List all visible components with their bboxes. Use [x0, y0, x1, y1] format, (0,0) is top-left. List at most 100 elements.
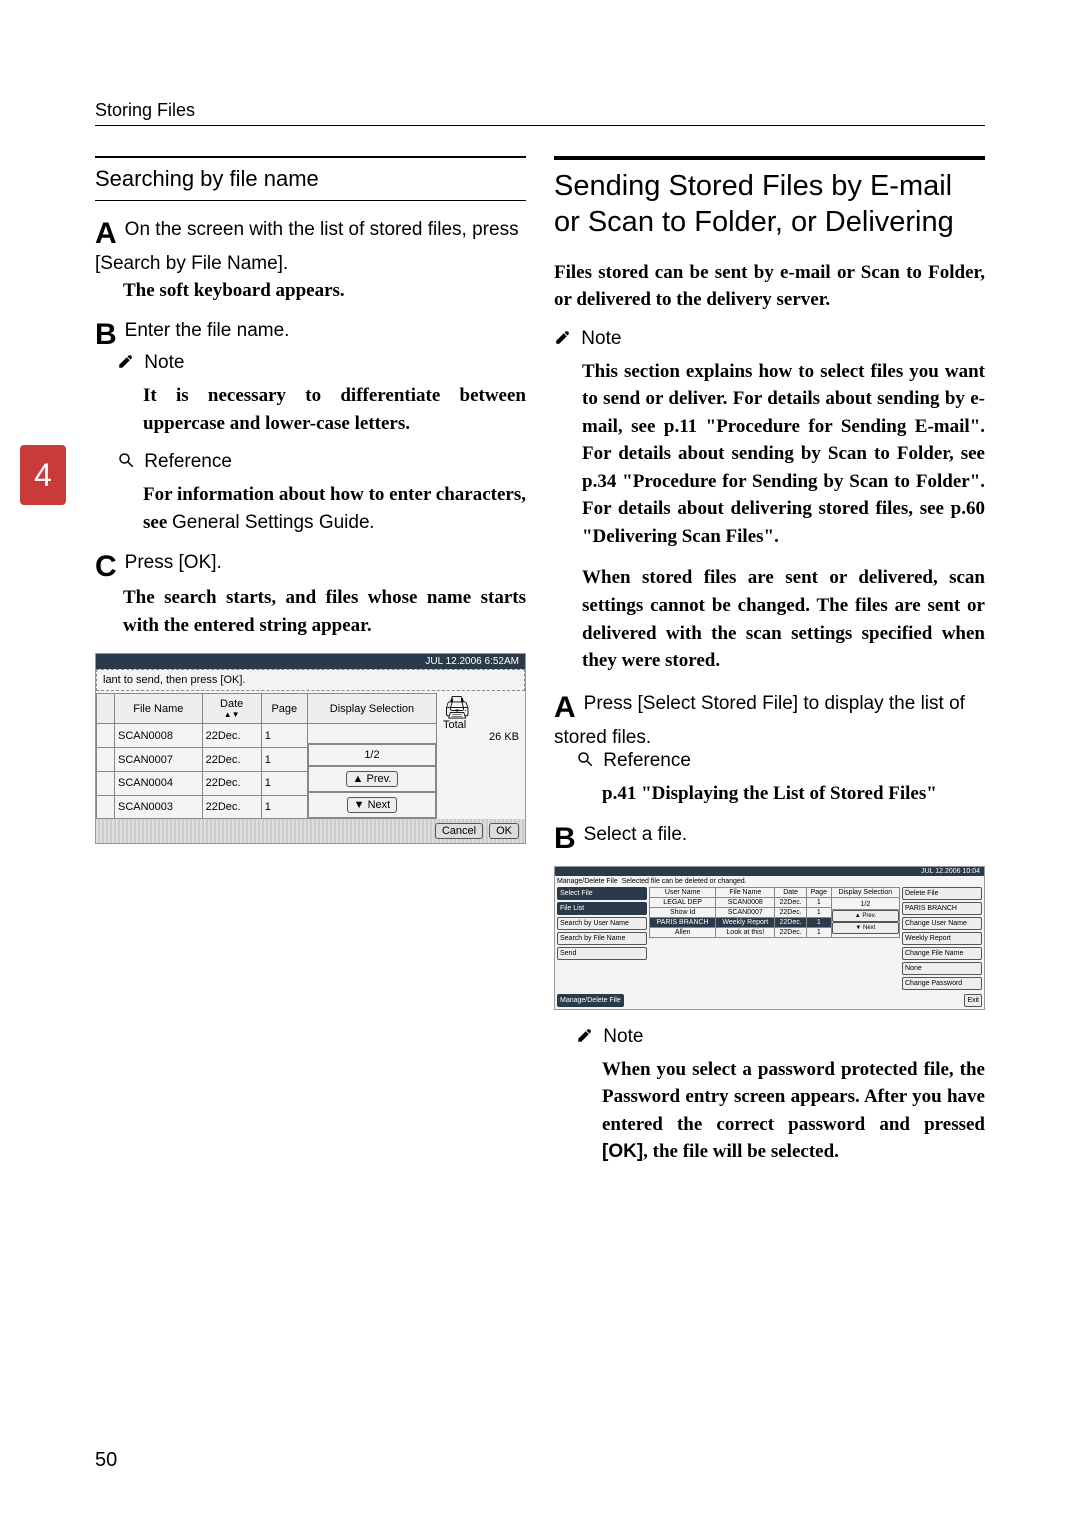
- page-indicator: 1/2: [832, 900, 899, 910]
- page-number: 50: [95, 1449, 117, 1472]
- user-name-value: PARIS BRANCH: [902, 902, 982, 915]
- cell: SCAN0008: [716, 897, 775, 907]
- step-b-text: Enter the file name.: [125, 320, 290, 341]
- chapter-tab: 4: [20, 445, 66, 505]
- col-file[interactable]: File Name: [115, 694, 203, 724]
- change-file-button[interactable]: Change File Name: [902, 947, 982, 960]
- cell: 22Dec.: [775, 907, 807, 917]
- col-page[interactable]: Page: [806, 887, 831, 897]
- cell: 22Dec.: [202, 795, 261, 819]
- col-date-label: Date: [220, 698, 243, 710]
- note-body-2: When stored files are sent or delivered,…: [582, 564, 985, 674]
- ok-label: [OK]: [602, 1141, 643, 1162]
- ok-button[interactable]: OK: [489, 823, 519, 839]
- note-label: Note: [581, 328, 621, 349]
- note-body: It is necessary to differentiate between…: [143, 382, 526, 437]
- magnifier-icon: [576, 750, 594, 774]
- cell: 22Dec.: [202, 724, 261, 748]
- note-label: Note: [603, 1026, 643, 1047]
- next-button[interactable]: ▼ Next: [832, 922, 899, 934]
- note-label: Note: [144, 352, 184, 373]
- pencil-icon: [117, 352, 135, 376]
- pencil-icon: [554, 328, 572, 352]
- cell: 1: [806, 897, 831, 907]
- password-value: None: [902, 962, 982, 975]
- change-user-button[interactable]: Change User Name: [902, 917, 982, 930]
- col-page[interactable]: Page: [261, 694, 307, 724]
- panel-subtitle: Selected file can be deleted or changed.: [622, 878, 747, 885]
- file-table: User Name File Name Date Page Display Se…: [649, 887, 900, 938]
- instruction-text: lant to send, then press [OK].: [96, 669, 525, 691]
- step-a-pre: On the screen with the list of stored fi…: [125, 219, 519, 240]
- file-table: File Name Date▲▼ Page Display Selection …: [96, 693, 437, 819]
- step-letter-c: C: [95, 550, 117, 584]
- ref-em: General Settings Guide: [172, 512, 370, 533]
- cell: SCAN0007: [716, 907, 775, 917]
- reference-heading: Reference: [117, 451, 526, 475]
- reference-body: For information about how to enter chara…: [143, 481, 526, 536]
- delete-file-button[interactable]: Delete File: [902, 887, 982, 900]
- screenshot-manage-delete: JUL 12.2006 10:04 Manage/Delete File Sel…: [554, 866, 985, 1010]
- col-file[interactable]: File Name: [716, 887, 775, 897]
- cell: 22Dec.: [775, 917, 807, 927]
- col-date[interactable]: Date: [775, 887, 807, 897]
- prev-button[interactable]: ▲ Prev.: [832, 910, 899, 922]
- note-body: When you select a password protected fil…: [602, 1056, 985, 1166]
- step-a-button-label: [Select Stored File]: [638, 693, 799, 714]
- step-c-post: .: [217, 552, 222, 573]
- right-column: Sending Stored Files by E-mail or Scan t…: [554, 156, 985, 1180]
- cell: 1: [261, 748, 307, 772]
- search-user-button[interactable]: Search by User Name: [557, 917, 647, 930]
- cell: 1: [261, 724, 307, 748]
- pencil-icon: [576, 1026, 594, 1050]
- col-user[interactable]: User Name: [650, 887, 716, 897]
- cell: PARIS BRANCH: [650, 917, 716, 927]
- step-c-button-label: [OK]: [179, 552, 217, 573]
- step-c-pre: Press: [125, 552, 179, 573]
- screenshot-file-list: JUL 12.2006 6:52AM lant to send, then pr…: [95, 653, 526, 844]
- col-date[interactable]: Date▲▼: [202, 694, 261, 724]
- send-button[interactable]: Send: [557, 947, 647, 960]
- col-display[interactable]: Display Selection: [307, 694, 436, 724]
- step-b-text: Select a file.: [584, 824, 688, 845]
- cell: 22Dec.: [775, 897, 807, 907]
- cell: Look at this!: [716, 927, 775, 937]
- left-column: Searching by file name A On the screen w…: [95, 156, 526, 1180]
- file-list-button[interactable]: File List: [557, 902, 647, 915]
- cell: Show Id: [650, 907, 716, 917]
- note-pre: When you select a password protected fil…: [602, 1059, 985, 1135]
- sort-arrows-icon: ▲▼: [206, 710, 258, 719]
- note-post: , the file will be selected.: [643, 1141, 839, 1162]
- exit-button[interactable]: Exit: [964, 994, 982, 1007]
- reference-label: Reference: [144, 451, 232, 472]
- cell: SCAN0007: [115, 748, 203, 772]
- manage-delete-tab[interactable]: Manage/Delete File: [557, 994, 624, 1007]
- total-label: Total: [443, 719, 519, 731]
- table-row[interactable]: LEGAL DEPSCAN000822Dec.1 1/2 ▲ Prev. ▼ N…: [650, 897, 900, 907]
- prev-button[interactable]: ▲ Prev.: [346, 771, 399, 787]
- step-c-text: Press [OK].: [125, 552, 222, 573]
- intro-text: Files stored can be sent by e-mail or Sc…: [554, 259, 985, 314]
- cell: Weekly Report: [716, 917, 775, 927]
- cancel-button[interactable]: Cancel: [435, 823, 483, 839]
- step-a-note: The soft keyboard appears.: [123, 277, 526, 305]
- cell: 1: [261, 795, 307, 819]
- cell: SCAN0008: [115, 724, 203, 748]
- step-a-text: Press [Select Stored File] to display th…: [554, 693, 965, 748]
- step-c-body: The search starts, and files whose name …: [123, 584, 526, 639]
- change-password-button[interactable]: Change Password: [902, 977, 982, 990]
- search-file-button[interactable]: Search by File Name: [557, 932, 647, 945]
- subsection-title: Searching by file name: [95, 156, 526, 201]
- step-letter-a: A: [95, 217, 117, 251]
- section-title: Sending Stored Files by E-mail or Scan t…: [554, 156, 985, 241]
- timestamp-banner: JUL 12.2006 6:52AM: [96, 654, 525, 669]
- select-file-button[interactable]: Select File: [557, 887, 647, 900]
- step-letter-b: B: [554, 822, 576, 856]
- cell: 22Dec.: [202, 771, 261, 795]
- table-row[interactable]: SCAN000822Dec.1 1/2 ▲ Prev. ▼ Next: [97, 724, 437, 748]
- col-display[interactable]: Display Selection: [831, 887, 899, 897]
- cell: LEGAL DEP: [650, 897, 716, 907]
- next-button[interactable]: ▼ Next: [347, 797, 398, 813]
- printer-icon: 🖨: [443, 697, 519, 719]
- cell: SCAN0004: [115, 771, 203, 795]
